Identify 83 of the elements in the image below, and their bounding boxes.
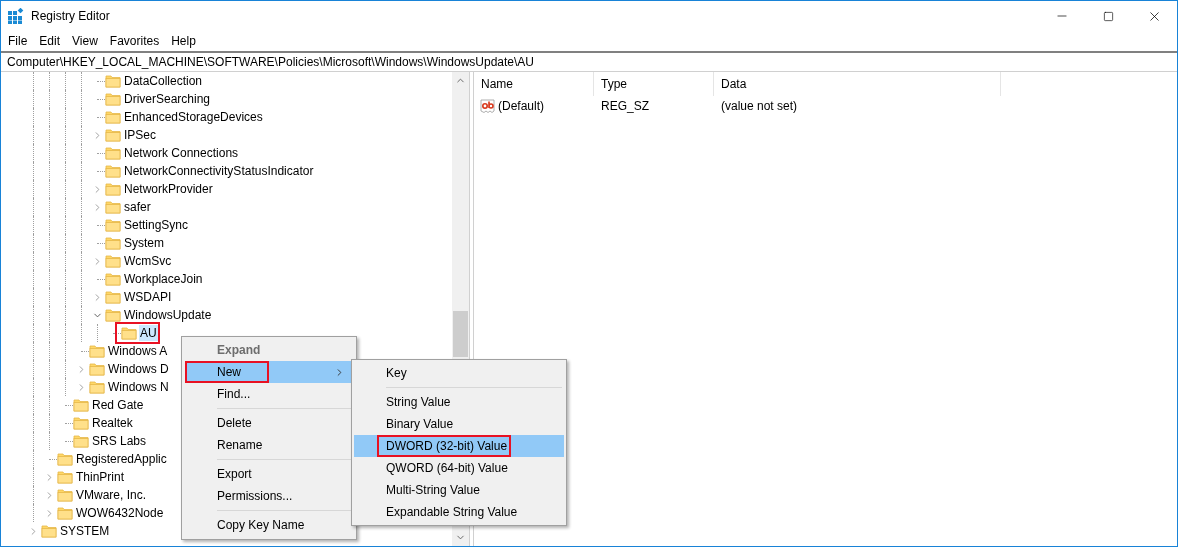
- window-title: Registry Editor: [31, 8, 110, 25]
- folder-icon: [105, 253, 121, 269]
- folder-icon: [41, 523, 57, 539]
- tree-item[interactable]: DriverSearching: [123, 91, 212, 107]
- value-name: (Default): [498, 98, 544, 115]
- menu-item[interactable]: QWORD (64-bit) Value: [354, 457, 564, 479]
- tree-item[interactable]: SettingSync: [123, 217, 190, 233]
- tree-item[interactable]: WOW6432Node: [75, 505, 165, 521]
- tree-item[interactable]: VMware, Inc.: [75, 487, 148, 503]
- menu-item[interactable]: Key: [354, 362, 564, 384]
- tree-item[interactable]: RegisteredApplic: [75, 451, 168, 467]
- menu-item[interactable]: New: [185, 361, 353, 383]
- folder-icon: [57, 451, 73, 467]
- tree-item[interactable]: Network Connections: [123, 145, 240, 161]
- folder-icon: [105, 217, 121, 233]
- folder-icon: [121, 325, 137, 341]
- menu-item[interactable]: Permissions...: [185, 485, 353, 507]
- menu-item[interactable]: Find...: [185, 383, 353, 405]
- menu-item[interactable]: String Value: [354, 391, 564, 413]
- folder-icon: [105, 145, 121, 161]
- column-header[interactable]: Type: [594, 72, 714, 96]
- tree-item[interactable]: WindowsUpdate: [123, 307, 213, 323]
- column-header[interactable]: Data: [714, 72, 1001, 96]
- folder-icon: [57, 505, 73, 521]
- address-bar[interactable]: Computer\HKEY_LOCAL_MACHINE\SOFTWARE\Policies\Microsoft\Windows\WindowsUpdate\AU: [1, 51, 1177, 72]
- folder-icon: [105, 91, 121, 107]
- tree-item[interactable]: IPSec: [123, 127, 157, 143]
- folder-icon: [105, 271, 121, 287]
- maximize-icon: [1102, 10, 1114, 22]
- tree-item[interactable]: Windows D: [107, 361, 170, 377]
- folder-icon: [105, 199, 121, 215]
- tree-item[interactable]: WcmSvc: [123, 253, 173, 269]
- folder-icon: [57, 487, 73, 503]
- value-data: (value not set): [720, 98, 799, 115]
- folder-icon: [73, 397, 89, 413]
- folder-icon: [105, 109, 121, 125]
- folder-icon: [89, 343, 105, 359]
- menu-item[interactable]: Delete: [185, 412, 353, 434]
- menu-bar-item[interactable]: Help: [165, 32, 202, 50]
- menu-item[interactable]: Binary Value: [354, 413, 564, 435]
- folder-icon: [105, 181, 121, 197]
- tree-item[interactable]: SYSTEM: [59, 523, 111, 539]
- tree-item[interactable]: ThinPrint: [75, 469, 126, 485]
- tree-item[interactable]: SRS Labs: [91, 433, 148, 449]
- tree-item[interactable]: Windows N: [107, 379, 170, 395]
- folder-icon: [73, 433, 89, 449]
- folder-icon: [105, 289, 121, 305]
- tree-item[interactable]: WSDAPI: [123, 289, 173, 305]
- column-header[interactable]: Name: [474, 72, 594, 96]
- folder-icon: [89, 361, 105, 377]
- folder-icon: [57, 469, 73, 485]
- tree-item[interactable]: NetworkConnectivityStatusIndicator: [123, 163, 315, 179]
- menu-item[interactable]: Multi-String Value: [354, 479, 564, 501]
- tree-item[interactable]: NetworkProvider: [123, 181, 214, 197]
- tree-item[interactable]: Windows A: [107, 343, 169, 359]
- tree-item[interactable]: DataCollection: [123, 73, 204, 89]
- tree-item[interactable]: Red Gate: [91, 397, 145, 413]
- menu-bar-item[interactable]: Edit: [33, 32, 67, 50]
- tree-item[interactable]: Realtek: [91, 415, 134, 431]
- menu-item[interactable]: Export: [185, 463, 353, 485]
- folder-icon: [105, 127, 121, 143]
- string-value-icon: [480, 98, 496, 114]
- menu-item[interactable]: Expandable String Value: [354, 501, 564, 523]
- value-type: REG_SZ: [600, 98, 650, 115]
- folder-icon: [105, 235, 121, 251]
- menu-item[interactable]: Copy Key Name: [185, 514, 353, 536]
- folder-icon: [105, 163, 121, 179]
- tree-item[interactable]: WorkplaceJoin: [123, 271, 204, 287]
- menu-bar-item[interactable]: File: [2, 32, 34, 50]
- folder-icon: [105, 307, 121, 323]
- scrollbar-thumb[interactable]: [453, 311, 468, 357]
- menu-item[interactable]: DWORD (32-bit) Value: [354, 435, 564, 457]
- menu-bar-item[interactable]: Favorites: [103, 32, 166, 50]
- folder-icon: [89, 379, 105, 395]
- tree-item[interactable]: EnhancedStorageDevices: [123, 109, 264, 125]
- app-icon: [8, 8, 24, 24]
- menu-item[interactable]: Rename: [185, 434, 353, 456]
- folder-icon: [73, 415, 89, 431]
- folder-icon: [105, 73, 121, 89]
- tree-item[interactable]: safer: [123, 199, 152, 215]
- tree-item[interactable]: System: [123, 235, 165, 251]
- tree-item[interactable]: AU: [139, 325, 158, 341]
- menu-bar-item[interactable]: View: [66, 32, 104, 50]
